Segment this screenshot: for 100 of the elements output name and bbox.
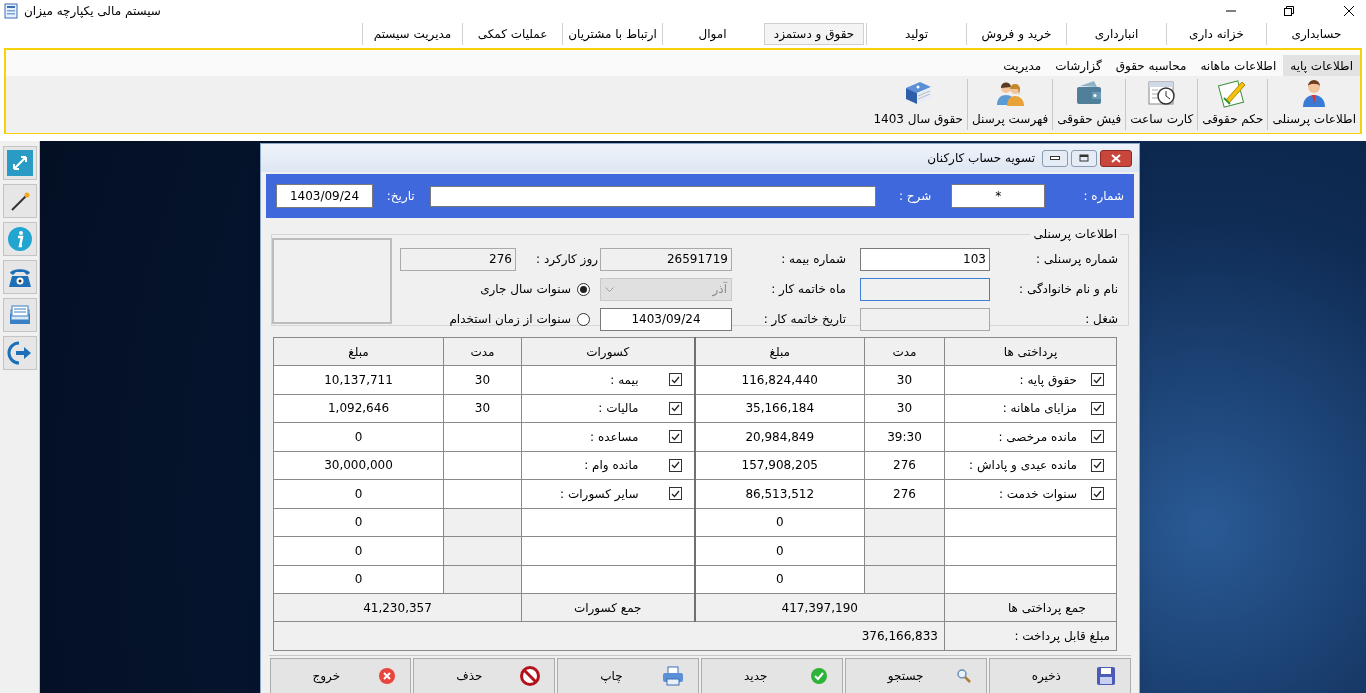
- date-field[interactable]: 1403/09/24: [276, 184, 373, 208]
- column-header: مبلغ: [694, 337, 865, 366]
- checkmark-icon: [670, 461, 680, 470]
- checkbox[interactable]: [1091, 373, 1104, 387]
- checkbox[interactable]: [668, 487, 682, 501]
- table-cell: 276: [864, 479, 945, 508]
- table-cell: 0: [273, 565, 444, 594]
- close-circle-icon: [378, 667, 397, 685]
- checkbox[interactable]: [1091, 458, 1104, 472]
- checkmark-icon: [1093, 432, 1102, 441]
- checkbox[interactable]: [668, 458, 682, 472]
- action-button[interactable]: چاپ: [557, 658, 699, 693]
- name-field[interactable]: [860, 277, 990, 301]
- personnel-number-field[interactable]: 103: [860, 247, 990, 271]
- end-date-field[interactable]: 1403/09/24: [600, 307, 732, 331]
- checkbox[interactable]: [1091, 401, 1104, 415]
- action-button[interactable]: ذخیره: [988, 658, 1131, 693]
- prohibited-icon: [520, 666, 541, 686]
- ribbon-tab[interactable]: محاسبه حقوق: [1108, 55, 1194, 76]
- minimize-icon: [1050, 156, 1060, 160]
- table-cell: 0: [273, 508, 444, 537]
- dialog-title: تسویه حساب کارکنان: [927, 150, 1035, 167]
- radio-option[interactable]: سنوات سال جاری: [398, 274, 590, 304]
- table-cell: 10,137,711: [273, 365, 444, 394]
- field-label: ماه خاتمه کار :: [770, 281, 846, 298]
- checkmark-icon: [1093, 404, 1102, 413]
- checkmark-icon: [1093, 489, 1102, 498]
- restore-button[interactable]: [1071, 149, 1097, 167]
- radio-option[interactable]: سنوات از زمان استخدام: [398, 304, 590, 334]
- field-label: شماره پرسنلی :: [1035, 251, 1118, 268]
- close-icon: [1111, 153, 1121, 163]
- table-cell: جمع پرداختی ها: [944, 593, 1117, 622]
- checkbox[interactable]: [668, 430, 682, 444]
- toolbar-button[interactable]: فهرست پرسنل: [968, 78, 1053, 131]
- table-cell: 35,166,184: [694, 394, 865, 423]
- ribbon-tab[interactable]: اطلاعات پایه: [1283, 55, 1360, 76]
- table-cell: 0: [273, 479, 444, 508]
- table-cell: 0: [694, 536, 865, 565]
- row-label: سایر کسورات :: [560, 485, 639, 503]
- table-cell: 0: [273, 536, 444, 565]
- row-label: سنوات خدمت :: [998, 485, 1077, 503]
- checkbox[interactable]: [668, 373, 682, 387]
- ribbon-tab[interactable]: اطلاعات ماهانه: [1193, 55, 1284, 76]
- minimize-button[interactable]: [1042, 149, 1068, 167]
- column-header: مبلغ: [273, 337, 444, 366]
- toolbar-button[interactable]: کارت ساعت: [1126, 78, 1198, 131]
- field-label: نام و نام خانوادگی :: [1018, 281, 1118, 298]
- side-tool-button[interactable]: [2, 146, 37, 180]
- action-button[interactable]: حذف: [413, 658, 556, 693]
- table-cell: 20,984,849: [694, 422, 865, 451]
- ribbon-tab[interactable]: مدیریت: [996, 55, 1049, 76]
- checkbox[interactable]: [1091, 430, 1104, 444]
- toolbar-button[interactable]: فیش حقوقی: [1053, 78, 1126, 131]
- close-button[interactable]: [1100, 149, 1132, 167]
- job-field[interactable]: [860, 307, 990, 331]
- row-label: مزایای ماهانه :: [1002, 400, 1077, 418]
- side-tool-button[interactable]: [2, 336, 37, 370]
- insurance-number-field[interactable]: 26591719: [600, 247, 732, 271]
- column-header: مدت: [443, 337, 522, 366]
- side-tool-button[interactable]: [2, 260, 37, 294]
- table-cell: جمع کسورات: [521, 593, 695, 622]
- table-cell: 376,166,833: [273, 621, 945, 651]
- description-field[interactable]: [429, 185, 876, 207]
- field-label: تاریخ:: [385, 188, 415, 205]
- toolbar-button[interactable]: اطلاعات پرسنلی: [1268, 78, 1360, 131]
- toolbar-button[interactable]: حقوق سال 1403: [869, 78, 967, 131]
- action-button[interactable]: جستجو: [844, 658, 987, 693]
- radio-button[interactable]: [577, 282, 590, 296]
- ribbon-tab[interactable]: گزارشات: [1048, 55, 1109, 76]
- side-tool-button[interactable]: [2, 184, 37, 218]
- radio-button[interactable]: [577, 312, 590, 326]
- table-cell: 30,000,000: [273, 451, 444, 480]
- checkmark-icon: [670, 375, 680, 384]
- checkmark-circle-icon: [809, 667, 828, 685]
- checkmark-icon: [1093, 461, 1102, 470]
- pen-document-icon: [1217, 78, 1248, 108]
- work-days-field[interactable]: 276: [400, 247, 516, 271]
- table-cell: 39:30: [864, 422, 945, 451]
- table-cell: 86,513,512: [694, 479, 865, 508]
- field-label: شغل :: [1084, 311, 1118, 328]
- action-button[interactable]: جدید: [701, 658, 843, 693]
- table-cell: مبلغ قابل پرداخت :: [944, 621, 1117, 651]
- menu-tab[interactable]: حقوق و دستمزد: [764, 23, 864, 45]
- number-field[interactable]: *: [951, 184, 1046, 208]
- side-tool-button[interactable]: [2, 298, 37, 332]
- checkbox[interactable]: [668, 401, 682, 415]
- row-label: مانده عیدی و پاداش :: [969, 457, 1077, 475]
- row-label: مانده وام :: [584, 457, 639, 475]
- table-cell: 1,092,646: [273, 394, 444, 423]
- action-button[interactable]: خروج: [269, 658, 412, 693]
- toolbar-button[interactable]: حکم حقوقی: [1198, 78, 1268, 131]
- checkmark-icon: [670, 432, 680, 441]
- table-cell: 417,397,190: [694, 593, 945, 622]
- checkmark-icon: [670, 404, 680, 413]
- row-label: بیمه :: [610, 371, 639, 389]
- restore-icon[interactable]: [1284, 6, 1294, 16]
- close-icon[interactable]: [1344, 6, 1354, 16]
- table-cell: 276: [864, 451, 945, 480]
- checkbox[interactable]: [1091, 487, 1104, 501]
- printer-icon: [662, 666, 684, 686]
